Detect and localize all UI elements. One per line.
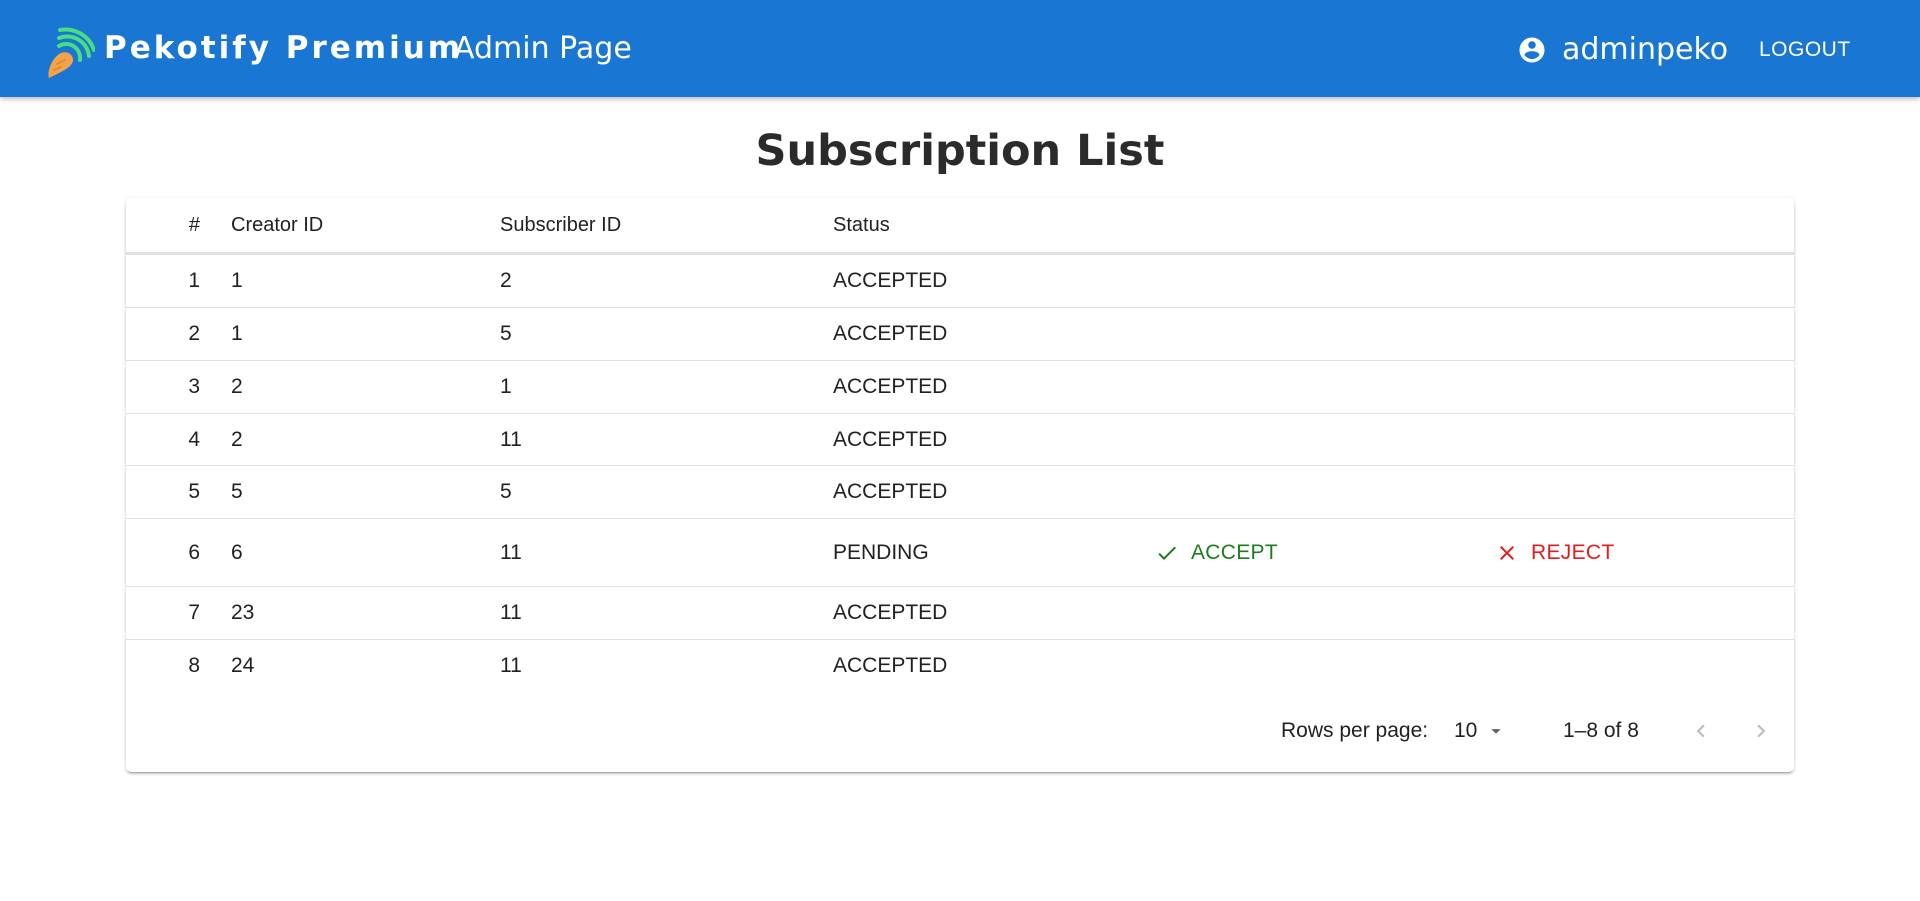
chevron-right-icon — [1757, 724, 1766, 738]
cell-creator-id: 2 — [231, 375, 243, 398]
cell-status: ACCEPTED — [833, 269, 948, 292]
cell-creator-id: 1 — [231, 269, 243, 292]
cell-number: 7 — [188, 601, 200, 624]
rows-per-page-select[interactable]: 10 — [1454, 713, 1507, 749]
reject-button[interactable]: REJECT — [1483, 531, 1626, 575]
table-row: 5 5 5 ACCEPTED — [126, 466, 1794, 519]
cell-number: 3 — [188, 375, 200, 398]
account-circle-icon — [1519, 37, 1545, 63]
column-header-status: Status — [833, 213, 890, 236]
cell-subscriber-id: 11 — [500, 601, 522, 624]
cell-status: ACCEPTED — [833, 427, 948, 451]
cell-number: 8 — [188, 654, 200, 677]
check-icon — [1158, 546, 1176, 560]
cell-subscriber-id: 11 — [500, 654, 522, 677]
cell-status: ACCEPTED — [833, 654, 948, 677]
cell-creator-id: 24 — [231, 654, 255, 677]
table-row: 2 1 5 ACCEPTED — [126, 308, 1794, 361]
page-title: Subscription List — [755, 126, 1165, 176]
cell-subscriber-id: 11 — [500, 540, 522, 564]
accept-button[interactable]: ACCEPT — [1143, 531, 1290, 575]
table-row: 7 23 11 ACCEPTED — [126, 587, 1794, 640]
table-row: 3 2 1 ACCEPTED — [126, 361, 1794, 414]
table-pagination: Rows per page: 10 1–8 of 8 — [126, 713, 1794, 749]
table-row: 8 24 11 ACCEPTED — [126, 640, 1794, 692]
column-header-creator-id: Creator ID — [231, 213, 324, 236]
pekotify-logo-icon — [48, 27, 95, 78]
cell-number: 6 — [188, 540, 200, 564]
rows-per-page-value: 10 — [1454, 719, 1478, 742]
cell-status: ACCEPTED — [833, 601, 948, 624]
logout-button[interactable]: LOGOUT — [1744, 29, 1866, 71]
cell-subscriber-id: 1 — [500, 375, 512, 398]
cell-status: PENDING — [833, 540, 929, 564]
cell-subscriber-id: 11 — [500, 427, 522, 451]
cell-subscriber-id: 5 — [500, 322, 512, 345]
brand-name: Pekotify Premium — [104, 30, 464, 66]
cell-creator-id: 2 — [231, 427, 243, 451]
caret-down-icon — [1491, 729, 1501, 734]
cell-number: 5 — [188, 480, 200, 503]
cell-creator-id: 1 — [231, 322, 243, 345]
column-header-number: # — [188, 213, 200, 236]
close-icon — [1500, 545, 1514, 560]
cell-subscriber-id: 2 — [500, 269, 512, 292]
cell-number: 4 — [188, 427, 200, 451]
column-header-subscriber-id: Subscriber ID — [500, 213, 622, 236]
pagination-range: 1–8 of 8 — [1563, 719, 1639, 742]
subscription-table: # Creator ID Subscriber ID Status 1 1 2 … — [126, 198, 1794, 772]
cell-subscriber-id: 5 — [500, 480, 512, 503]
cell-creator-id: 23 — [231, 601, 255, 624]
table-row: 6 6 11 PENDING ACCEPT REJECT — [126, 519, 1794, 587]
rows-per-page-label: Rows per page: — [1281, 719, 1429, 742]
table-row: 4 2 11 ACCEPTED — [126, 414, 1794, 466]
table-header: # Creator ID Subscriber ID Status — [126, 198, 1794, 255]
chevron-left-icon — [1696, 724, 1705, 738]
cell-status: ACCEPTED — [833, 375, 948, 398]
username: adminpeko — [1562, 32, 1729, 67]
cell-status: ACCEPTED — [833, 322, 948, 345]
app-bar: Pekotify Premium Admin Page adminpeko LO… — [0, 0, 1920, 97]
table-row: 1 1 2 ACCEPTED — [126, 255, 1794, 308]
cell-creator-id: 6 — [231, 540, 243, 564]
next-page-button[interactable] — [1743, 713, 1779, 749]
cell-status: ACCEPTED — [833, 480, 948, 503]
cell-number: 2 — [188, 322, 200, 345]
cell-creator-id: 5 — [231, 480, 243, 503]
accept-label: ACCEPT — [1191, 540, 1278, 564]
previous-page-button[interactable] — [1683, 713, 1719, 749]
reject-label: REJECT — [1531, 540, 1615, 564]
page-label: Admin Page — [454, 31, 632, 66]
user-menu: adminpeko — [1517, 29, 1728, 71]
cell-number: 1 — [188, 269, 200, 292]
